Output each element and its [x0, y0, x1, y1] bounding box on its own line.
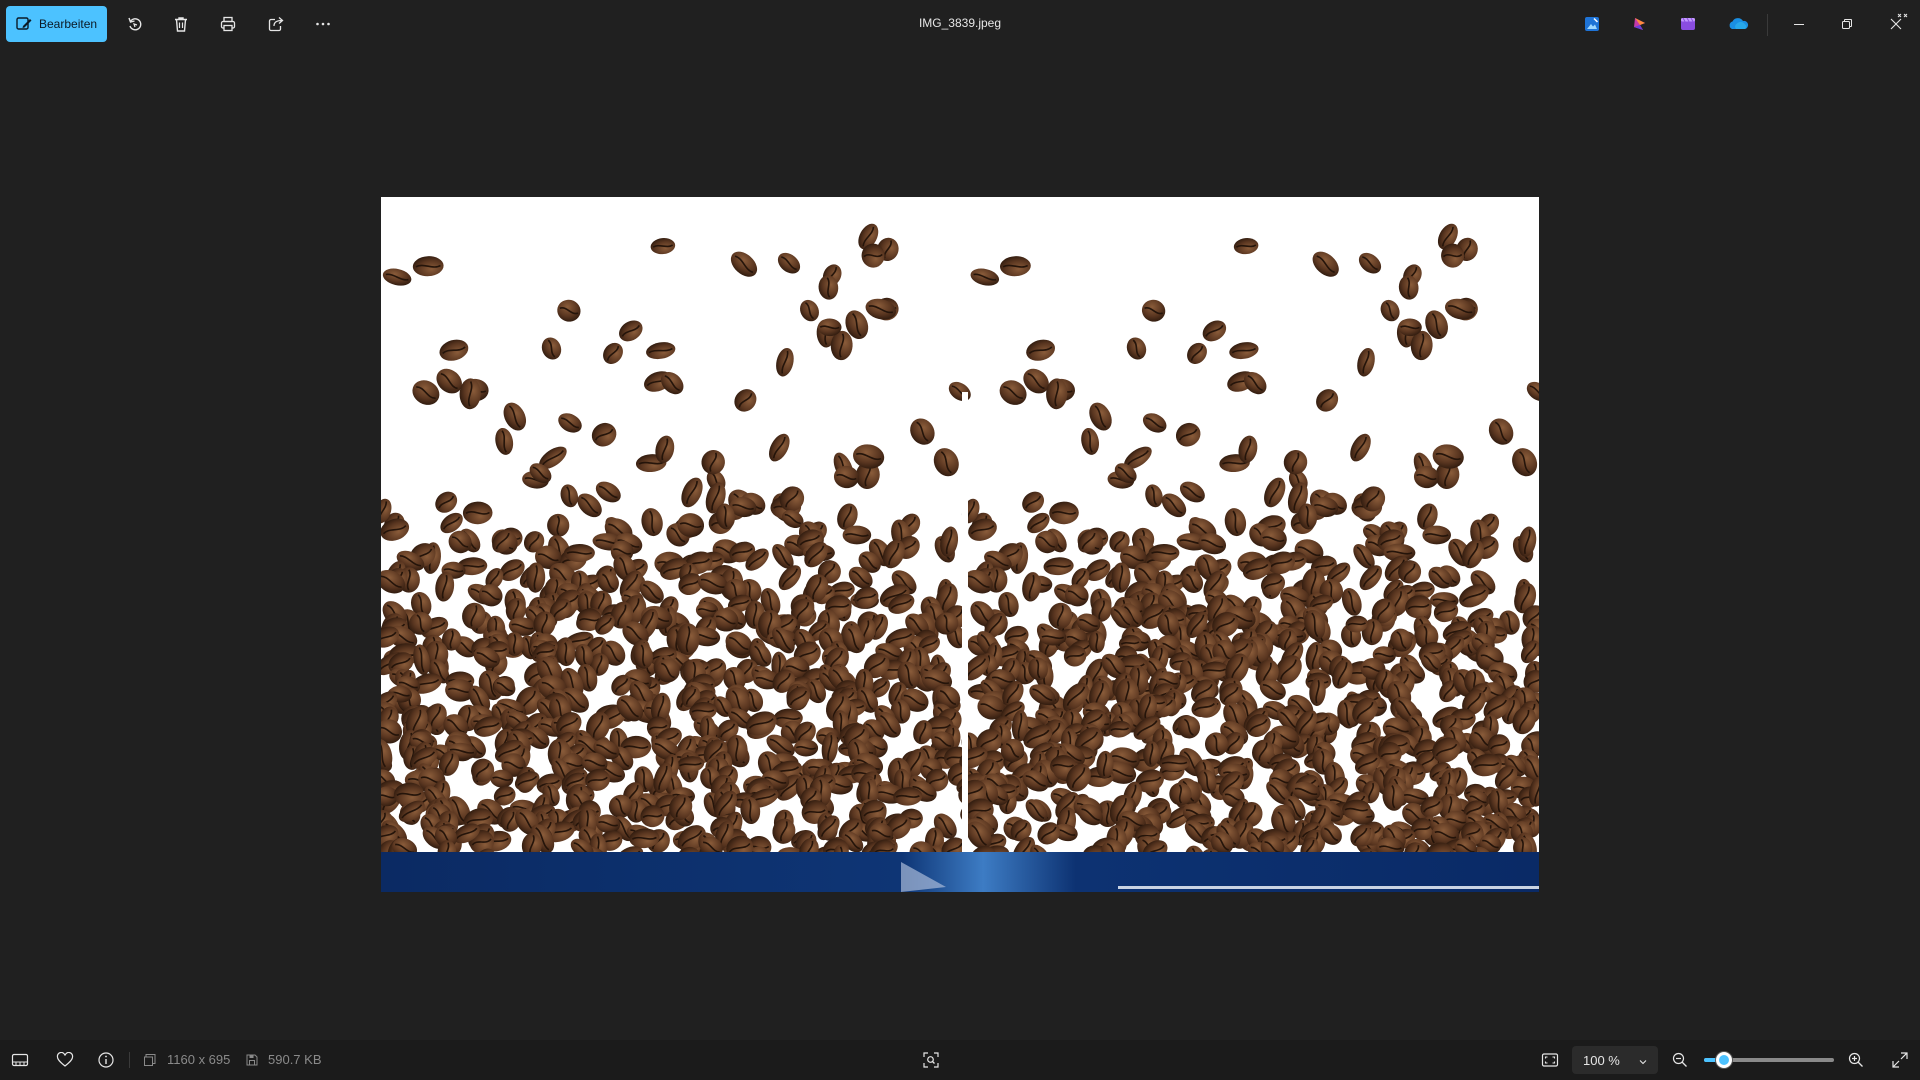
copilot-button[interactable]	[1624, 8, 1656, 40]
share-icon	[267, 15, 285, 33]
image-dimensions: 1160 x 695	[167, 1052, 231, 1067]
zoom-level-dropdown[interactable]: 100 %	[1572, 1046, 1658, 1074]
fullscreen-button[interactable]	[1884, 1046, 1916, 1074]
image-creator-button[interactable]	[1576, 8, 1608, 40]
trash-icon	[172, 15, 190, 33]
clipchamp-icon	[1679, 15, 1697, 33]
clipchamp-button[interactable]	[1672, 8, 1704, 40]
image-creator-icon	[1583, 15, 1601, 33]
zoom-in-button[interactable]	[1842, 1046, 1870, 1074]
file-info-button[interactable]	[90, 1046, 122, 1074]
more-options-button[interactable]	[307, 8, 339, 40]
zoom-slider-thumb[interactable]	[1715, 1052, 1732, 1068]
chevron-down-icon	[1638, 1055, 1648, 1070]
visual-search-icon	[922, 1051, 940, 1069]
file-size-icon	[245, 1053, 259, 1072]
favorite-button[interactable]	[49, 1046, 81, 1074]
edit-button-label: Bearbeiten	[39, 17, 98, 31]
photo-canvas[interactable]	[381, 197, 1539, 892]
title-bar: Bearbeiten IMG_3839.jpeg	[0, 0, 1920, 48]
fit-to-window-button[interactable]	[1534, 1046, 1566, 1074]
zoom-out-button[interactable]	[1666, 1046, 1694, 1074]
print-button[interactable]	[212, 8, 244, 40]
zoom-in-icon	[1847, 1051, 1865, 1069]
heart-icon	[56, 1052, 74, 1068]
rotate-button[interactable]	[119, 8, 151, 40]
coffee-bean	[842, 525, 872, 545]
fullscreen-icon	[1891, 1051, 1909, 1069]
minimize-icon	[1793, 18, 1805, 30]
delete-button[interactable]	[165, 8, 197, 40]
edit-button[interactable]: Bearbeiten	[6, 6, 107, 42]
file-size: 590.7 KB	[268, 1052, 322, 1067]
zoom-level-value: 100 %	[1583, 1052, 1620, 1068]
title-divider	[1767, 14, 1768, 36]
minimize-button[interactable]	[1776, 0, 1822, 48]
zoom-out-icon	[1671, 1051, 1689, 1069]
dimensions-icon	[143, 1053, 157, 1072]
close-button[interactable]	[1872, 0, 1920, 48]
visual-search-button[interactable]	[915, 1046, 947, 1074]
share-button[interactable]	[260, 8, 292, 40]
restore-button[interactable]	[1824, 0, 1870, 48]
rotate-icon	[126, 15, 144, 33]
filmstrip-button[interactable]	[4, 1046, 36, 1074]
restore-icon	[1841, 18, 1853, 30]
edit-icon	[15, 15, 33, 33]
info-icon	[97, 1051, 115, 1069]
coffee-beans-image	[381, 197, 1539, 892]
onedrive-icon	[1727, 16, 1749, 32]
fit-to-window-icon	[1541, 1052, 1559, 1068]
print-icon	[219, 15, 237, 33]
close-icon	[1884, 12, 1908, 36]
coffee-bean	[1422, 525, 1451, 545]
more-icon	[314, 15, 332, 33]
filmstrip-icon	[11, 1052, 29, 1068]
status-divider	[129, 1052, 130, 1068]
copilot-icon	[1631, 15, 1649, 33]
onedrive-button[interactable]	[1720, 8, 1756, 40]
